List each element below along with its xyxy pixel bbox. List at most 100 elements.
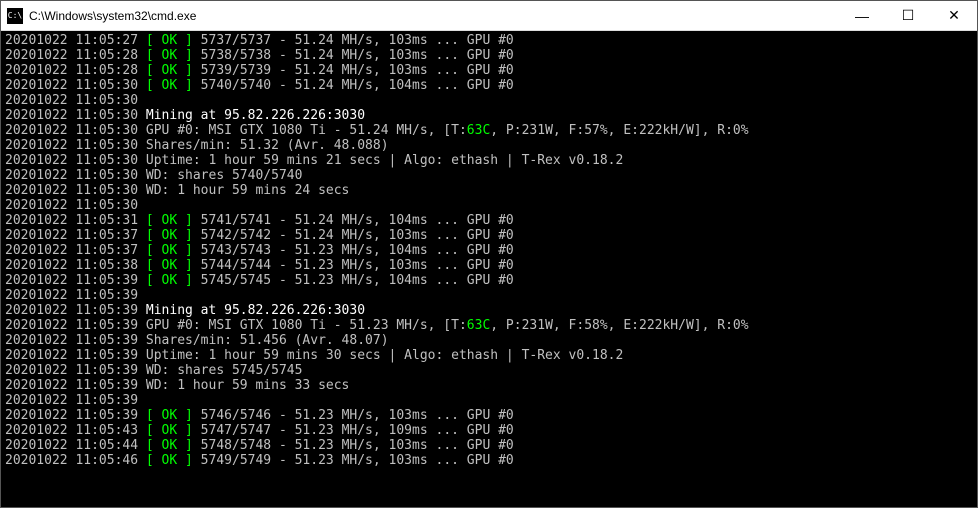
timestamp: 20201022 11:05:39 <box>5 378 138 393</box>
timestamp: 20201022 11:05:39 <box>5 408 138 423</box>
console-line: 20201022 11:05:31 [ OK ] 5741/5741 - 51.… <box>5 213 973 228</box>
ok-status: [ OK ] <box>146 228 193 243</box>
console-line: 20201022 11:05:28 [ OK ] 5739/5739 - 51.… <box>5 63 973 78</box>
console-line: 20201022 11:05:28 [ OK ] 5738/5738 - 51.… <box>5 48 973 63</box>
console-line: 20201022 11:05:43 [ OK ] 5747/5747 - 51.… <box>5 423 973 438</box>
close-button[interactable]: ✕ <box>931 1 977 30</box>
timestamp: 20201022 11:05:30 <box>5 138 138 153</box>
console-line: 20201022 11:05:39 Mining at 95.82.226.22… <box>5 303 973 318</box>
console-line: 20201022 11:05:30 Uptime: 1 hour 59 mins… <box>5 153 973 168</box>
timestamp: 20201022 11:05:39 <box>5 348 138 363</box>
console-line: 20201022 11:05:44 [ OK ] 5748/5748 - 51.… <box>5 438 973 453</box>
console-line: 20201022 11:05:39 WD: shares 5745/5745 <box>5 363 973 378</box>
timestamp: 20201022 11:05:44 <box>5 438 138 453</box>
console-line: 20201022 11:05:39 <box>5 393 973 408</box>
timestamp: 20201022 11:05:39 <box>5 393 138 408</box>
cmd-icon: C:\ <box>7 8 23 24</box>
log-text: Shares/min: 51.456 (Avr. 48.07) <box>138 333 388 348</box>
share-info: 5737/5737 - 51.24 MH/s, 103ms ... GPU #0 <box>193 33 514 48</box>
timestamp: 20201022 11:05:37 <box>5 228 138 243</box>
console-line: 20201022 11:05:39 [ OK ] 5746/5746 - 51.… <box>5 408 973 423</box>
window-title: C:\Windows\system32\cmd.exe <box>29 9 196 23</box>
share-info: 5743/5743 - 51.23 MH/s, 104ms ... GPU #0 <box>193 243 514 258</box>
console-line: 20201022 11:05:30 Shares/min: 51.32 (Avr… <box>5 138 973 153</box>
gpu-stats-post: , P:231W, F:58%, E:222kH/W], R:0% <box>490 318 748 333</box>
gpu-temp: 63C <box>467 123 490 138</box>
ok-status: [ OK ] <box>146 408 193 423</box>
cmd-window: C:\ C:\Windows\system32\cmd.exe — ☐ ✕ 20… <box>0 0 978 508</box>
timestamp: 20201022 11:05:30 <box>5 78 138 93</box>
timestamp: 20201022 11:05:43 <box>5 423 138 438</box>
timestamp: 20201022 11:05:30 <box>5 108 138 123</box>
timestamp: 20201022 11:05:30 <box>5 183 138 198</box>
ok-status: [ OK ] <box>146 33 193 48</box>
share-info: 5742/5742 - 51.24 MH/s, 103ms ... GPU #0 <box>193 228 514 243</box>
titlebar[interactable]: C:\ C:\Windows\system32\cmd.exe — ☐ ✕ <box>1 1 977 31</box>
timestamp: 20201022 11:05:39 <box>5 273 138 288</box>
timestamp: 20201022 11:05:39 <box>5 363 138 378</box>
ok-status: [ OK ] <box>146 273 193 288</box>
share-info: 5744/5744 - 51.23 MH/s, 103ms ... GPU #0 <box>193 258 514 273</box>
timestamp: 20201022 11:05:28 <box>5 48 138 63</box>
share-info: 5739/5739 - 51.24 MH/s, 103ms ... GPU #0 <box>193 63 514 78</box>
console-line: 20201022 11:05:39 Shares/min: 51.456 (Av… <box>5 333 973 348</box>
ok-status: [ OK ] <box>146 213 193 228</box>
log-text: Uptime: 1 hour 59 mins 30 secs | Algo: e… <box>138 348 623 363</box>
console-line: 20201022 11:05:38 [ OK ] 5744/5744 - 51.… <box>5 258 973 273</box>
share-info: 5745/5745 - 51.23 MH/s, 104ms ... GPU #0 <box>193 273 514 288</box>
console-line: 20201022 11:05:37 [ OK ] 5742/5742 - 51.… <box>5 228 973 243</box>
gpu-stats-pre: GPU #0: MSI GTX 1080 Ti - 51.24 MH/s, [T… <box>138 123 467 138</box>
timestamp: 20201022 11:05:37 <box>5 243 138 258</box>
log-text: WD: shares 5745/5745 <box>138 363 302 378</box>
share-info: 5749/5749 - 51.23 MH/s, 103ms ... GPU #0 <box>193 453 514 468</box>
timestamp: 20201022 11:05:30 <box>5 123 138 138</box>
ok-status: [ OK ] <box>146 78 193 93</box>
ok-status: [ OK ] <box>146 63 193 78</box>
log-text: Uptime: 1 hour 59 mins 21 secs | Algo: e… <box>138 153 623 168</box>
console-line: 20201022 11:05:39 <box>5 288 973 303</box>
ok-status: [ OK ] <box>146 258 193 273</box>
console-line: 20201022 11:05:39 GPU #0: MSI GTX 1080 T… <box>5 318 973 333</box>
timestamp: 20201022 11:05:30 <box>5 198 138 213</box>
timestamp: 20201022 11:05:27 <box>5 33 138 48</box>
timestamp: 20201022 11:05:39 <box>5 333 138 348</box>
console-line: 20201022 11:05:30 WD: 1 hour 59 mins 24 … <box>5 183 973 198</box>
share-info: 5740/5740 - 51.24 MH/s, 104ms ... GPU #0 <box>193 78 514 93</box>
gpu-stats-post: , P:231W, F:57%, E:222kH/W], R:0% <box>490 123 748 138</box>
gpu-temp: 63C <box>467 318 490 333</box>
ok-status: [ OK ] <box>146 423 193 438</box>
timestamp: 20201022 11:05:39 <box>5 303 138 318</box>
share-info: 5747/5747 - 51.23 MH/s, 109ms ... GPU #0 <box>193 423 514 438</box>
log-text: WD: 1 hour 59 mins 24 secs <box>138 183 349 198</box>
timestamp: 20201022 11:05:30 <box>5 93 138 108</box>
window-controls: — ☐ ✕ <box>839 1 977 30</box>
minimize-button[interactable]: — <box>839 1 885 30</box>
console-line: 20201022 11:05:46 [ OK ] 5749/5749 - 51.… <box>5 453 973 468</box>
ok-status: [ OK ] <box>146 48 193 63</box>
console-line: 20201022 11:05:30 [ OK ] 5740/5740 - 51.… <box>5 78 973 93</box>
share-info: 5746/5746 - 51.23 MH/s, 103ms ... GPU #0 <box>193 408 514 423</box>
share-info: 5741/5741 - 51.24 MH/s, 104ms ... GPU #0 <box>193 213 514 228</box>
console-line: 20201022 11:05:30 WD: shares 5740/5740 <box>5 168 973 183</box>
console-line: 20201022 11:05:30 <box>5 198 973 213</box>
ok-status: [ OK ] <box>146 438 193 453</box>
timestamp: 20201022 11:05:39 <box>5 318 138 333</box>
timestamp: 20201022 11:05:31 <box>5 213 138 228</box>
timestamp: 20201022 11:05:38 <box>5 258 138 273</box>
maximize-button[interactable]: ☐ <box>885 1 931 30</box>
console-line: 20201022 11:05:39 Uptime: 1 hour 59 mins… <box>5 348 973 363</box>
console-output[interactable]: 20201022 11:05:27 [ OK ] 5737/5737 - 51.… <box>1 31 977 507</box>
mining-status: Mining at 95.82.226.226:3030 <box>138 108 365 123</box>
console-line: 20201022 11:05:30 Mining at 95.82.226.22… <box>5 108 973 123</box>
log-text: WD: 1 hour 59 mins 33 secs <box>138 378 349 393</box>
log-text: Shares/min: 51.32 (Avr. 48.088) <box>138 138 388 153</box>
console-line: 20201022 11:05:39 WD: 1 hour 59 mins 33 … <box>5 378 973 393</box>
gpu-stats-pre: GPU #0: MSI GTX 1080 Ti - 51.23 MH/s, [T… <box>138 318 467 333</box>
console-line: 20201022 11:05:27 [ OK ] 5737/5737 - 51.… <box>5 33 973 48</box>
share-info: 5738/5738 - 51.24 MH/s, 103ms ... GPU #0 <box>193 48 514 63</box>
console-line: 20201022 11:05:37 [ OK ] 5743/5743 - 51.… <box>5 243 973 258</box>
console-line: 20201022 11:05:30 GPU #0: MSI GTX 1080 T… <box>5 123 973 138</box>
timestamp: 20201022 11:05:28 <box>5 63 138 78</box>
timestamp: 20201022 11:05:30 <box>5 168 138 183</box>
share-info: 5748/5748 - 51.23 MH/s, 103ms ... GPU #0 <box>193 438 514 453</box>
